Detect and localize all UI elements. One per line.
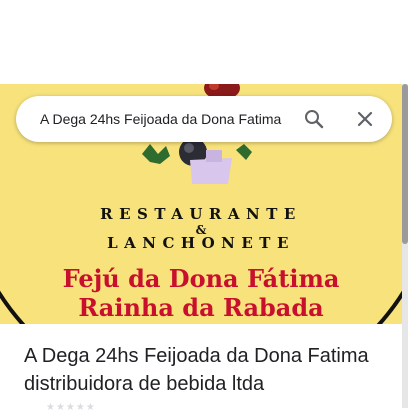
logo-lanchonete-text: LANCHONETE	[107, 234, 295, 252]
logo-name-line: Fejú da Dona Fátima	[62, 264, 340, 293]
map-top-area	[0, 0, 408, 84]
place-title: A Dega 24hs Feijoada da Dona Fatima dist…	[24, 345, 369, 395]
search-box[interactable]: A Dega 24hs Feijoada da Dona Fatima	[16, 96, 392, 142]
search-input[interactable]: A Dega 24hs Feijoada da Dona Fatima	[40, 96, 286, 142]
close-icon[interactable]	[353, 107, 377, 131]
scrollbar-thumb[interactable]	[402, 84, 408, 244]
logo-tagline: Rainha da Rabada	[78, 293, 324, 322]
logo-restaurante-text: RESTAURANTE	[100, 205, 302, 223]
search-icon[interactable]	[302, 107, 326, 131]
